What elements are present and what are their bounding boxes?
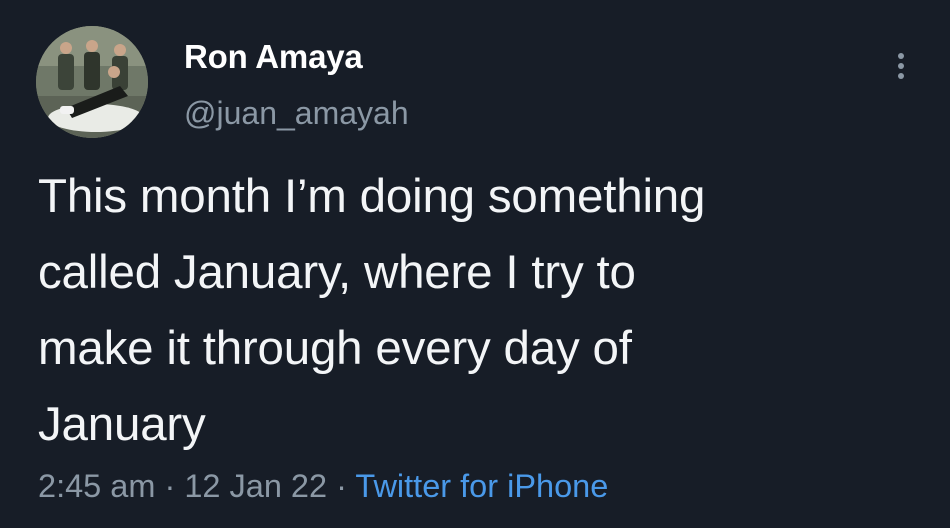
- author-handle[interactable]: @juan_amayah: [184, 94, 409, 132]
- more-dot: [898, 53, 904, 59]
- tweet-card: Ron Amaya @juan_amayah This month I’m do…: [0, 0, 950, 528]
- tweet-source-link[interactable]: Twitter for iPhone: [355, 468, 608, 504]
- avatar[interactable]: [36, 26, 148, 138]
- tweet-text-line: make it through every day of: [38, 322, 632, 375]
- more-options-icon[interactable]: [889, 46, 913, 86]
- tweet-text-line: January: [38, 398, 206, 451]
- avatar-photo: [36, 26, 148, 138]
- more-dot: [898, 63, 904, 69]
- tweet-time[interactable]: 2:45 am: [38, 468, 155, 504]
- meta-separator: ·: [336, 468, 347, 504]
- tweet-meta: 2:45 am · 12 Jan 22 · Twitter for iPhone: [38, 466, 608, 506]
- meta-separator: ·: [164, 468, 176, 504]
- tweet-date[interactable]: 12 Jan 22: [184, 468, 327, 504]
- author-name[interactable]: Ron Amaya: [184, 37, 363, 77]
- tweet-text-line: This month I’m doing something: [38, 170, 706, 223]
- more-dot: [898, 73, 904, 79]
- tweet-text-line: called January, where I try to: [38, 246, 636, 299]
- tweet-text: This month I’m doing something called Ja…: [38, 159, 908, 463]
